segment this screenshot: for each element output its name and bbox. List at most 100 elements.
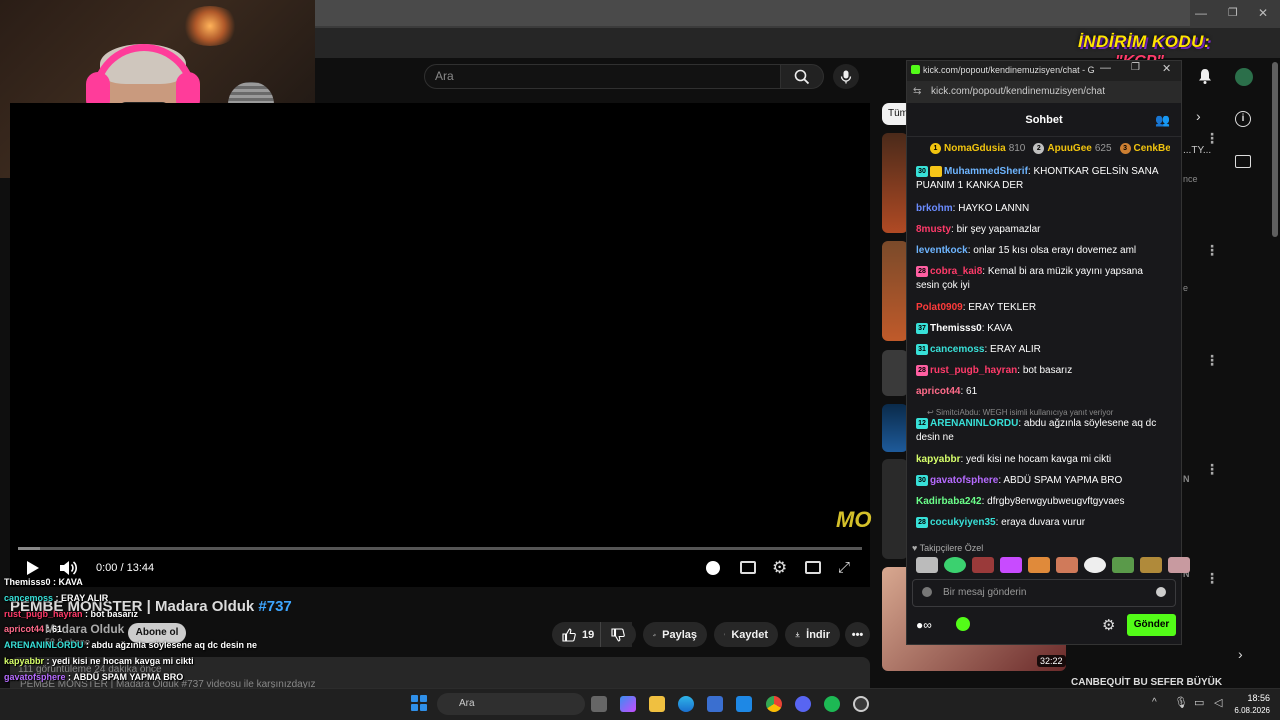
more-vertical-icon[interactable]: ⋮ [1205, 242, 1219, 259]
taskbar-search-box[interactable]: Ara [437, 693, 585, 715]
chat-username[interactable]: cobra_kai8 [930, 266, 982, 277]
browser-active-tab[interactable] [315, 0, 1190, 26]
emote-icon[interactable] [972, 557, 994, 573]
search-button[interactable] [780, 64, 824, 89]
chevron-right-icon[interactable]: › [1238, 646, 1243, 662]
chat-users-icon[interactable]: 👥 [1155, 113, 1170, 127]
maximize-icon[interactable]: ❐ [1131, 62, 1140, 73]
recommended-video-title[interactable]: CANBEQUİT BU SEFER BÜYÜK [1071, 677, 1222, 688]
close-icon[interactable]: ✕ [1162, 62, 1171, 75]
chat-username[interactable]: cocukyiyen35 [930, 517, 996, 528]
chat-message[interactable]: 28 rust_pugb_hayran: bot basarız [916, 364, 1168, 378]
chat-message[interactable]: Polat0909: ERAY TEKLER [916, 301, 1168, 315]
chat-username[interactable]: cancemoss [930, 344, 984, 355]
edge-browser-icon[interactable] [678, 696, 694, 712]
chat-message[interactable]: leventkock: onlar 15 kısı olsa erayı dov… [916, 244, 1168, 258]
more-vertical-icon[interactable]: ⋮ [1205, 461, 1219, 478]
file-explorer-icon[interactable] [649, 696, 665, 712]
chat-username[interactable]: ARENANINLORDU [930, 418, 1018, 429]
chat-username[interactable]: leventkock [916, 245, 968, 256]
emote-icon[interactable] [1168, 557, 1190, 573]
chat-bubble-icon[interactable] [1235, 155, 1251, 168]
kick-emote-icon[interactable] [956, 617, 970, 631]
maximize-icon[interactable]: ❐ [1228, 6, 1238, 19]
leaderboard-entry[interactable]: 1 NomaGdusia 810 [930, 141, 1025, 155]
recommended-thumbnail[interactable] [882, 404, 908, 452]
page-scrollbar[interactable] [1272, 62, 1278, 237]
chat-message[interactable]: 30 MuhammedSherif: KHONTKAR GELSİN SANA P… [916, 165, 1168, 193]
video-title-hashtag[interactable]: #737 [258, 598, 291, 615]
close-icon[interactable]: ✕ [1258, 6, 1268, 20]
site-settings-icon[interactable]: ⇆ [913, 86, 921, 97]
chat-username[interactable]: Kadirbaba242 [916, 496, 982, 507]
emote-icon[interactable] [1000, 557, 1022, 573]
emote-icon[interactable] [1084, 557, 1106, 573]
leaderboard-entry[interactable]: 2 ApuuGee 625 [1033, 141, 1112, 155]
voice-search-button[interactable] [833, 64, 859, 89]
emote-icon[interactable] [916, 557, 938, 573]
chat-message[interactable]: 28 cocukyiyen35: eraya duvara vurur [916, 516, 1168, 530]
chat-settings-gear-icon[interactable]: ⚙ [1102, 616, 1115, 634]
chat-message[interactable]: 28 cobra_kai8: Kemal bi ara müzik yayını … [916, 265, 1168, 293]
chat-username[interactable]: apricot44 [916, 386, 960, 397]
discord-icon[interactable] [795, 696, 811, 712]
chat-message[interactable]: 37 Themisss0: KAVA [916, 322, 1168, 336]
video-player[interactable] [10, 103, 870, 587]
obs-icon[interactable] [853, 696, 869, 712]
recommended-thumbnail[interactable] [882, 241, 908, 341]
chat-username[interactable]: rust_pugb_hayran [930, 365, 1017, 376]
chat-message[interactable]: 8musty: bir şey yapamazlar [916, 223, 1168, 237]
minimize-icon[interactable]: — [1195, 6, 1207, 20]
download-button[interactable]: İndir [785, 622, 840, 647]
recommended-thumbnail[interactable] [882, 459, 908, 559]
video-progress-bar[interactable] [18, 547, 862, 550]
emote-icon[interactable] [1112, 557, 1134, 573]
more-vertical-icon[interactable]: ⋮ [1205, 570, 1219, 587]
send-message-button[interactable]: Gönder [1127, 614, 1176, 636]
chat-message[interactable]: 30 gavatofsphere: ABDÜ SPAM YAPMA BRO [916, 474, 1168, 488]
more-actions-button[interactable]: ••• [845, 622, 870, 647]
chrome-browser-icon[interactable] [766, 696, 782, 712]
emote-icon[interactable] [1140, 557, 1162, 573]
share-button[interactable]: Paylaş [643, 622, 707, 647]
channel-points-icon[interactable]: ●∞ [916, 618, 932, 632]
minimize-icon[interactable]: — [1100, 62, 1111, 74]
recommended-thumbnail[interactable] [882, 133, 908, 233]
info-icon[interactable]: i [1235, 111, 1251, 127]
chat-username[interactable]: brkohm [916, 203, 953, 214]
recommended-thumbnail[interactable] [882, 350, 908, 396]
autoplay-toggle[interactable] [706, 561, 720, 575]
chat-username[interactable]: gavatofsphere [930, 475, 998, 486]
emoji-icon[interactable] [1156, 587, 1166, 597]
task-view-icon[interactable] [591, 696, 607, 712]
mail-icon[interactable] [736, 696, 752, 712]
save-button[interactable]: Kaydet [714, 622, 778, 647]
copilot-icon[interactable] [620, 696, 636, 712]
theater-mode-icon[interactable] [805, 561, 821, 574]
microsoft-store-icon[interactable] [707, 696, 723, 712]
chat-message[interactable]: Kadirbaba242: dfrgby8erwgyubweugvftgyvae… [916, 495, 1168, 509]
play-button[interactable] [22, 558, 42, 578]
more-vertical-icon[interactable]: ⋮ [1205, 352, 1219, 369]
chat-message[interactable]: 31 cancemoss: ERAY ALIR [916, 343, 1168, 357]
search-input[interactable]: Ara [424, 64, 781, 89]
chat-username[interactable]: MuhammedSherif [944, 166, 1028, 177]
chat-message[interactable]: apricot44: 61 [916, 385, 1168, 399]
chat-username[interactable]: kapyabbr [916, 454, 960, 465]
chat-username[interactable]: Polat0909 [916, 302, 963, 313]
network-icon[interactable]: ▭ [1194, 696, 1204, 709]
dislike-button[interactable] [600, 622, 636, 647]
emote-icon[interactable] [1028, 557, 1050, 573]
microphone-icon[interactable]: 🎙 [1174, 696, 1188, 709]
chat-username[interactable]: 8musty [916, 224, 951, 235]
account-avatar[interactable] [1235, 68, 1253, 86]
chat-message[interactable]: brkohm: HAYKO LANNN [916, 202, 1168, 216]
spotify-icon[interactable] [824, 696, 840, 712]
chevron-right-icon[interactable]: › [1196, 108, 1201, 124]
leaderboard-entry[interactable]: 3 CenkBe [1119, 141, 1170, 155]
chat-message[interactable]: 12 ARENANINLORDU: abdu ağzınla söylesene … [916, 417, 1168, 445]
emote-icon[interactable] [1056, 557, 1078, 573]
notifications-bell-icon[interactable] [1198, 68, 1212, 84]
volume-button[interactable] [58, 558, 78, 578]
chat-message[interactable]: kapyabbr: yedi kisi ne hocam kavga mi ci… [916, 453, 1168, 467]
